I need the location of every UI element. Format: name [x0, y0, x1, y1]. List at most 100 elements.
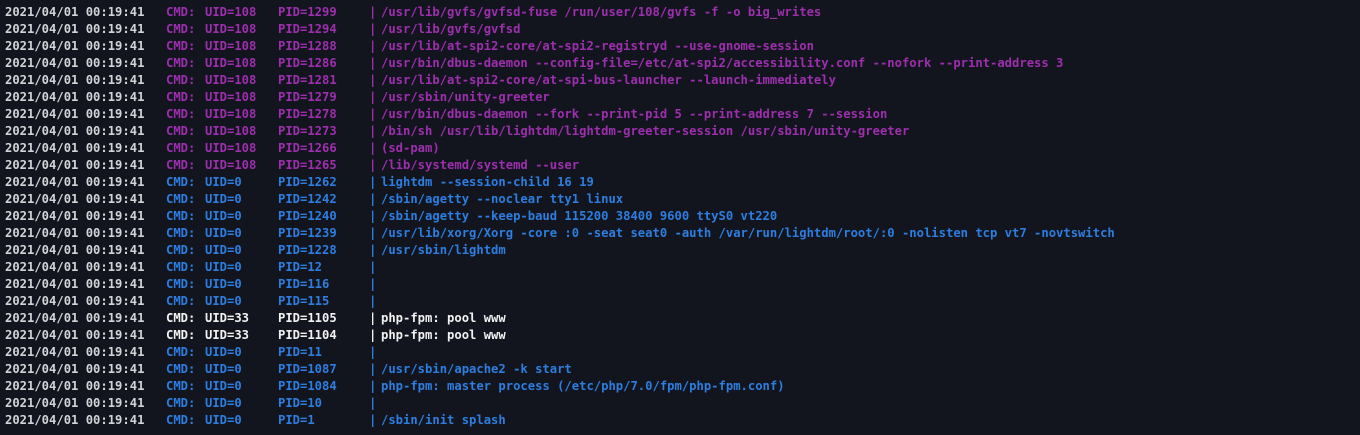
pid-value: PID=1240 [278, 209, 337, 223]
log-line: 2021/04/01 00:19:41 CMD: UID=33 PID=1104 | ph… [0, 327, 1360, 344]
timestamp: 2021/04/01 00:19:41 [5, 158, 145, 172]
pid-value: PID=10 [278, 396, 323, 410]
pid-value: PID=1278 [278, 107, 337, 121]
timestamp: 2021/04/01 00:19:41 [5, 39, 145, 53]
separator: | [369, 107, 377, 121]
command-line: /sbin/agetty --noclear tty1 linux [381, 192, 624, 206]
log-line: 2021/04/01 00:19:41 CMD: UID=0 PID=115 | [0, 293, 1360, 310]
pid-value: PID=1286 [278, 56, 337, 70]
separator: | [369, 175, 377, 189]
separator: | [369, 39, 377, 53]
log-line: 2021/04/01 00:19:41 CMD: UID=0 PID=1239 | /us… [0, 225, 1360, 242]
pid-value: PID=1242 [278, 192, 337, 206]
cmd-label: CMD: [166, 260, 196, 274]
timestamp: 2021/04/01 00:19:41 [5, 22, 145, 36]
pid-value: PID=1281 [278, 73, 337, 87]
pid-value: PID=1239 [278, 226, 337, 240]
separator: | [369, 90, 377, 104]
separator: | [369, 379, 377, 393]
command-line: /usr/lib/xorg/Xorg -core :0 -seat seat0 … [381, 226, 1115, 240]
cmd-label: CMD: [166, 226, 196, 240]
uid-value: UID=33 [205, 328, 250, 342]
timestamp: 2021/04/01 00:19:41 [5, 311, 145, 325]
command-line: (sd-pam) [381, 141, 440, 155]
log-line: 2021/04/01 00:19:41 CMD: UID=108 PID=1288 | /… [0, 38, 1360, 55]
separator: | [369, 192, 377, 206]
log-line: 2021/04/01 00:19:41 CMD: UID=108 PID=1266 | (… [0, 140, 1360, 157]
timestamp: 2021/04/01 00:19:41 [5, 192, 145, 206]
uid-value: UID=0 [205, 260, 242, 274]
cmd-label: CMD: [166, 107, 196, 121]
command-line: /usr/sbin/unity-greeter [381, 90, 550, 104]
cmd-label: CMD: [166, 192, 196, 206]
pid-value: PID=12 [278, 260, 323, 274]
timestamp: 2021/04/01 00:19:41 [5, 413, 145, 427]
separator: | [369, 243, 377, 257]
timestamp: 2021/04/01 00:19:41 [5, 175, 145, 189]
uid-value: UID=108 [205, 90, 257, 104]
uid-value: UID=0 [205, 209, 242, 223]
separator: | [369, 413, 377, 427]
log-line: 2021/04/01 00:19:41 CMD: UID=0 PID=1087 | /us… [0, 361, 1360, 378]
pid-value: PID=1279 [278, 90, 337, 104]
log-line: 2021/04/01 00:19:41 CMD: UID=0 PID=116 | [0, 276, 1360, 293]
separator: | [369, 141, 377, 155]
command-line: /usr/sbin/apache2 -k start [381, 362, 572, 376]
command-line: /lib/systemd/systemd --user [381, 158, 580, 172]
separator: | [369, 124, 377, 138]
pid-value: PID=1294 [278, 22, 337, 36]
command-line: php-fpm: pool www [381, 328, 506, 342]
pid-value: PID=1 [278, 413, 315, 427]
timestamp: 2021/04/01 00:19:41 [5, 141, 145, 155]
log-line: 2021/04/01 00:19:41 CMD: UID=108 PID=1281 | /… [0, 72, 1360, 89]
pid-value: PID=1084 [278, 379, 337, 393]
separator: | [369, 294, 377, 308]
log-line: 2021/04/01 00:19:41 CMD: UID=108 PID=1273 | /… [0, 123, 1360, 140]
command-line: php-fpm: master process (/etc/php/7.0/fp… [381, 379, 785, 393]
timestamp: 2021/04/01 00:19:41 [5, 73, 145, 87]
log-line: 2021/04/01 00:19:41 CMD: UID=0 PID=11 | [0, 344, 1360, 361]
command-line: /sbin/agetty --keep-baud 115200 38400 96… [381, 209, 778, 223]
pid-value: PID=1087 [278, 362, 337, 376]
cmd-label: CMD: [166, 294, 196, 308]
log-line: 2021/04/01 00:19:41 CMD: UID=0 PID=12 | [0, 259, 1360, 276]
timestamp: 2021/04/01 00:19:41 [5, 5, 145, 19]
separator: | [369, 158, 377, 172]
uid-value: UID=0 [205, 243, 242, 257]
pid-value: PID=1104 [278, 328, 337, 342]
uid-value: UID=108 [205, 22, 257, 36]
uid-value: UID=0 [205, 294, 242, 308]
uid-value: UID=0 [205, 345, 242, 359]
command-line: /usr/bin/dbus-daemon --fork --print-pid … [381, 107, 888, 121]
pid-value: PID=1266 [278, 141, 337, 155]
timestamp: 2021/04/01 00:19:41 [5, 209, 145, 223]
timestamp: 2021/04/01 00:19:41 [5, 396, 145, 410]
log-line: 2021/04/01 00:19:41 CMD: UID=33 PID=1105 | ph… [0, 310, 1360, 327]
cmd-label: CMD: [166, 345, 196, 359]
cmd-label: CMD: [166, 396, 196, 410]
pid-value: PID=11 [278, 345, 323, 359]
timestamp: 2021/04/01 00:19:41 [5, 345, 145, 359]
log-line: 2021/04/01 00:19:41 CMD: UID=0 PID=1240 | /sb… [0, 208, 1360, 225]
cmd-label: CMD: [166, 277, 196, 291]
log-line: 2021/04/01 00:19:41 CMD: UID=108 PID=1299 | /… [0, 4, 1360, 21]
cmd-label: CMD: [166, 243, 196, 257]
command-line: /usr/lib/at-spi2-core/at-spi-bus-launche… [381, 73, 836, 87]
separator: | [369, 311, 377, 325]
terminal-output[interactable]: 2021/04/01 00:19:41 CMD: UID=108 PID=1299 | /… [0, 0, 1360, 435]
command-line: /usr/sbin/lightdm [381, 243, 506, 257]
timestamp: 2021/04/01 00:19:41 [5, 260, 145, 274]
cmd-label: CMD: [166, 311, 196, 325]
cmd-label: CMD: [166, 328, 196, 342]
command-line: /usr/bin/dbus-daemon --config-file=/etc/… [381, 56, 1064, 70]
log-line: 2021/04/01 00:19:41 CMD: UID=108 PID=1278 | /… [0, 106, 1360, 123]
uid-value: UID=0 [205, 396, 242, 410]
separator: | [369, 345, 377, 359]
cmd-label: CMD: [166, 22, 196, 36]
uid-value: UID=108 [205, 124, 257, 138]
cmd-label: CMD: [166, 158, 196, 172]
uid-value: UID=0 [205, 379, 242, 393]
cmd-label: CMD: [166, 73, 196, 87]
log-line: 2021/04/01 00:19:41 CMD: UID=108 PID=1294 | /… [0, 21, 1360, 38]
cmd-label: CMD: [166, 56, 196, 70]
